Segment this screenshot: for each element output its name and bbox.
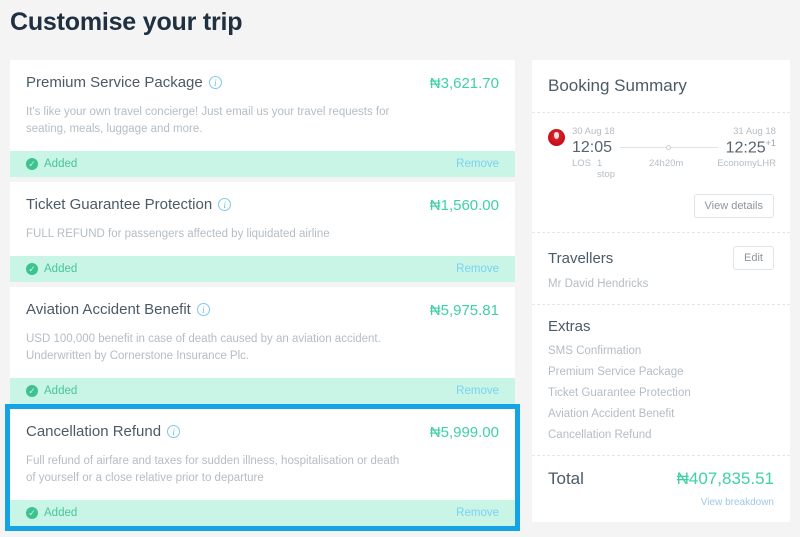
flight-meta-center: 1 stop 24h20m Economy [597, 158, 757, 180]
added-status: ✓ Added [26, 158, 77, 170]
added-label: Added [44, 158, 78, 170]
extras-summary-item: SMS Confirmation [548, 345, 642, 358]
traveller-name: Mr David Hendricks [548, 278, 649, 291]
extra-title-group: Aviation Accident Benefit i [26, 301, 210, 318]
extra-price: ₦3,621.70 [429, 75, 499, 92]
remove-extra-link[interactable]: Remove [456, 263, 499, 275]
extra-card-footer: ✓ Added Remove [10, 500, 515, 526]
remove-extra-link[interactable]: Remove [456, 507, 499, 519]
extra-description: Full refund of airfare and taxes for sud… [26, 455, 400, 484]
added-status: ✓ Added [26, 507, 77, 519]
flight-details: 30 Aug 18 31 Aug 18 12:05 12:25+1 LOS 1 … [572, 126, 776, 180]
cabin-label: Economy [717, 158, 757, 170]
arrive-day-offset: +1 [765, 138, 776, 148]
booking-summary-column: Booking Summary 30 Aug 18 31 Aug 18 12:0… [532, 60, 790, 523]
extra-card-footer: ✓ Added Remove [10, 151, 515, 177]
page-title: Customise your trip [10, 8, 243, 36]
stop-dot-icon [666, 145, 672, 151]
extras-summary-item: Ticket Guarantee Protection [548, 387, 691, 400]
extras-summary-item: Cancellation Refund [548, 429, 652, 442]
extra-title-group: Premium Service Package i [26, 74, 222, 91]
extra-card-body: Cancellation Refund i ₦5,999.00 Full refund… [10, 409, 515, 500]
arrive-date: 31 Aug 18 [733, 126, 776, 137]
extra-card-body: Aviation Accident Benefit i ₦5,975.81 USD 1… [10, 287, 515, 378]
extra-card: Cancellation Refund i ₦5,999.00 Full refund… [5, 404, 520, 531]
depart-date: 30 Aug 18 [572, 126, 615, 137]
stops-label: 1 stop [597, 158, 615, 181]
check-circle-icon: ✓ [26, 385, 38, 397]
extras-summary-title: Extras [548, 318, 591, 336]
flight-section: 30 Aug 18 31 Aug 18 12:05 12:25+1 LOS 1 … [532, 113, 790, 234]
extra-card-header: Aviation Accident Benefit i ₦5,975.81 [26, 301, 499, 319]
extras-summary-section: Extras SMS Confirmation Premium Service P… [532, 305, 790, 457]
added-label: Added [44, 263, 78, 275]
extras-summary-item: Aviation Accident Benefit [548, 408, 675, 421]
extra-description: USD 100,000 benefit in case of death cau… [26, 333, 381, 362]
extra-price: ₦5,975.81 [429, 302, 499, 319]
info-icon[interactable]: i [196, 303, 210, 316]
info-icon[interactable]: i [208, 76, 222, 89]
customise-trip-page: Customise your trip Premium Service Pack… [0, 0, 800, 537]
travellers-header: Travellers Edit [548, 246, 774, 271]
check-circle-icon: ✓ [26, 158, 38, 170]
extra-card-body: Ticket Guarantee Protection i ₦1,560.00 FUL… [10, 182, 515, 256]
added-status: ✓ Added [26, 263, 77, 275]
edit-travellers-button[interactable]: Edit [733, 246, 774, 271]
extra-card: Premium Service Package i ₦3,621.70 It's li… [10, 60, 515, 177]
extras-summary-item: Premium Service Package [548, 366, 684, 379]
arrive-time: 12:25 [725, 139, 766, 157]
extra-card-footer: ✓ Added Remove [10, 378, 515, 404]
extra-price: ₦1,560.00 [429, 197, 499, 214]
view-details-button[interactable]: View details [693, 194, 774, 219]
added-label: Added [44, 507, 78, 519]
booking-summary-panel: Booking Summary 30 Aug 18 31 Aug 18 12:0… [532, 60, 790, 523]
flight-dates: 30 Aug 18 31 Aug 18 [572, 126, 776, 137]
total-label: Total [548, 469, 584, 489]
flight-row: 30 Aug 18 31 Aug 18 12:05 12:25+1 LOS 1 … [548, 126, 776, 180]
total-value: ₦407,835.51 [676, 469, 774, 489]
extra-title: Cancellation Refund [26, 423, 162, 440]
extra-card-body: Premium Service Package i ₦3,621.70 It's li… [10, 60, 515, 151]
check-circle-icon: ✓ [26, 263, 38, 275]
flight-timeline [620, 145, 718, 151]
destination-code: LHR [756, 158, 776, 170]
extra-title-group: Ticket Guarantee Protection i [26, 196, 232, 213]
extra-title: Aviation Accident Benefit [26, 301, 191, 318]
extra-title-group: Cancellation Refund i [26, 423, 181, 440]
flight-meta: LOS 1 stop 24h20m Economy LHR [572, 158, 776, 180]
added-label: Added [44, 385, 78, 397]
extra-title: Premium Service Package [26, 74, 203, 91]
arrive-time-wrap: 12:25+1 [726, 138, 776, 157]
extra-card: Ticket Guarantee Protection i ₦1,560.00 FUL… [10, 182, 515, 282]
check-circle-icon: ✓ [26, 507, 38, 519]
extra-description: It's like your own travel concierge! Jus… [26, 106, 390, 135]
info-icon[interactable]: i [218, 198, 232, 211]
origin-code: LOS [572, 158, 592, 170]
extra-card-header: Cancellation Refund i ₦5,999.00 [26, 423, 499, 441]
extra-card-header: Premium Service Package i ₦3,621.70 [26, 74, 499, 92]
extra-card: Aviation Accident Benefit i ₦5,975.81 USD 1… [10, 287, 515, 404]
info-icon[interactable]: i [167, 425, 181, 438]
travellers-title: Travellers [548, 249, 614, 267]
extra-title: Ticket Guarantee Protection [26, 196, 213, 213]
extras-list-column: Premium Service Package i ₦3,621.70 It's li… [5, 60, 520, 531]
extra-card-footer: ✓ Added Remove [10, 256, 515, 282]
extra-description: FULL REFUND for passengers affected by l… [26, 228, 330, 240]
remove-extra-link[interactable]: Remove [456, 385, 499, 397]
remove-extra-link[interactable]: Remove [456, 158, 499, 170]
booking-summary-title: Booking Summary [532, 60, 790, 113]
extra-price: ₦5,999.00 [429, 424, 499, 441]
flight-times: 12:05 12:25+1 [572, 138, 776, 157]
extras-summary-list: SMS Confirmation Premium Service Package T… [548, 345, 774, 441]
travellers-section: Travellers Edit Mr David Hendricks [532, 233, 790, 306]
total-section: Total ₦407,835.51 View breakdown [532, 456, 790, 522]
depart-time: 12:05 [572, 138, 613, 156]
airline-logo-icon [548, 129, 565, 146]
duration-label: 24h20m [648, 158, 684, 170]
added-status: ✓ Added [26, 385, 77, 397]
view-details-row: View details [548, 194, 774, 219]
total-row: Total ₦407,835.51 [548, 469, 774, 489]
extra-card-header: Ticket Guarantee Protection i ₦1,560.00 [26, 196, 499, 214]
view-breakdown-link[interactable]: View breakdown [548, 497, 774, 508]
